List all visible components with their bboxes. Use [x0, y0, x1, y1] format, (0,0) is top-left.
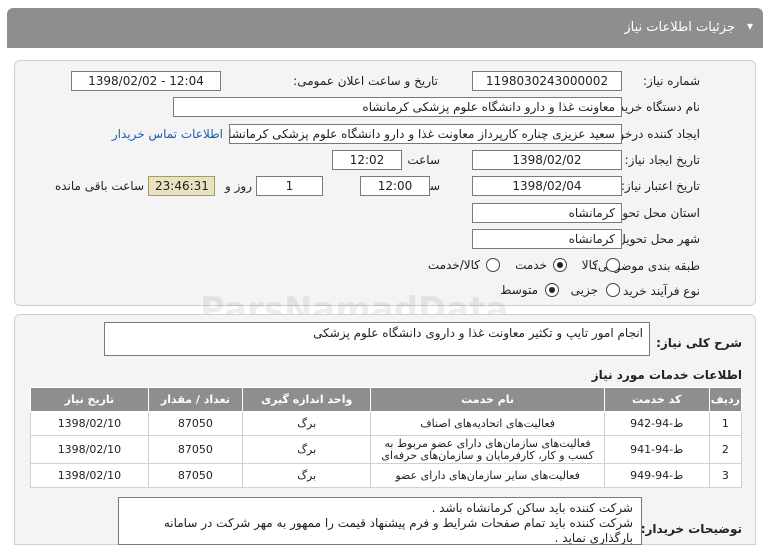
cell-name: فعالیت‌های اتحادیه‌های اصناف	[370, 411, 605, 436]
services-table: ردیف کد خدمت نام خدمت واحد اندازه گیری ت…	[30, 387, 743, 488]
process-medium-label: متوسط	[500, 283, 538, 297]
cell-code: ط-94-949	[603, 463, 710, 488]
cell-date: 1398/02/10	[30, 435, 149, 464]
created-date-field[interactable]: 1398/02/02	[472, 150, 622, 170]
valid-date-label: تاریخ اعتبار نیاز:	[620, 179, 700, 193]
col-row-header: ردیف	[708, 387, 743, 412]
col-qty-header: تعداد / مقدار	[147, 387, 243, 412]
valid-time-field[interactable]: 12:00	[360, 176, 430, 196]
remaining-label: ساعت باقی مانده	[54, 179, 144, 193]
cell-name: فعالیت‌های سازمان‌های دارای عضو مربوط به…	[370, 435, 605, 464]
days-label: روز و	[225, 179, 252, 193]
process-label: نوع فرآیند خرید :	[615, 284, 700, 298]
table-header-row: ردیف کد خدمت نام خدمت واحد اندازه گیری ت…	[30, 387, 743, 412]
city-field[interactable]: کرمانشاه	[472, 229, 622, 249]
cell-date: 1398/02/10	[30, 463, 149, 488]
city-label: شهر محل تحویل:	[613, 232, 700, 246]
cell-row: 1	[708, 411, 743, 436]
summary-field[interactable]: انجام امور تایپ و تکثیر معاونت غذا و دار…	[104, 322, 650, 356]
valid-date-field[interactable]: 1398/02/04	[472, 176, 622, 196]
buyer-field[interactable]: معاونت غذا و دارو دانشگاه علوم پزشکی کرم…	[173, 97, 622, 117]
category-goods-service-radio[interactable]	[486, 258, 500, 272]
col-date-header: تاریخ نیاز	[30, 387, 149, 412]
col-name-header: نام خدمت	[370, 387, 605, 412]
need-number-field[interactable]: 1198030243000002	[472, 71, 622, 91]
summary-label: شرح کلی نیاز:	[656, 336, 742, 350]
created-date-label: تاریخ ایجاد نیاز:	[624, 153, 700, 167]
table-row[interactable]: 3 ط-94-949 فعالیت‌های سایر سازمان‌های دا…	[30, 463, 743, 488]
created-time-label: ساعت	[407, 153, 440, 167]
cell-qty: 87050	[147, 411, 243, 436]
cell-code: ط-94-942	[603, 411, 710, 436]
category-goods-radio[interactable]	[606, 258, 620, 272]
col-unit-header: واحد اندازه گیری	[241, 387, 372, 412]
table-row[interactable]: 1 ط-94-942 فعالیت‌های اتحادیه‌های اصناف …	[30, 411, 743, 436]
days-field[interactable]: 1	[256, 176, 323, 196]
creator-field[interactable]: سعید عزیزی چناره کارپرداز معاونت غذا و د…	[229, 124, 622, 144]
category-goods-service-label: کالا/خدمت	[427, 258, 480, 272]
notes-line: شرکت کننده باید تمام صفحات شرایط و فرم پ…	[163, 516, 633, 545]
buyer-notes-box[interactable]: شرکت کننده باید ساکن کرمانشاه باشد . شرک…	[118, 497, 642, 545]
cell-qty: 87050	[147, 463, 243, 488]
col-code-header: کد خدمت	[603, 387, 710, 412]
cell-unit: برگ	[241, 435, 372, 464]
category-service-radio[interactable]	[553, 258, 567, 272]
cell-row: 2	[708, 435, 743, 464]
announce-field[interactable]: 1398/02/02 - 12:04	[71, 71, 221, 91]
announce-label: تاریخ و ساعت اعلان عمومی:	[293, 74, 438, 88]
cell-row: 3	[708, 463, 743, 488]
chevron-icon[interactable]: ▾	[747, 19, 753, 33]
process-medium-radio[interactable]	[545, 283, 559, 297]
category-service-label: خدمت	[515, 258, 547, 272]
notes-label: توضیحات خریدار:	[640, 522, 742, 536]
province-field[interactable]: کرمانشاه	[472, 203, 622, 223]
contact-buyer-link[interactable]: اطلاعات تماس خریدار	[112, 127, 223, 141]
table-row[interactable]: 2 ط-94-941 فعالیت‌های سازمان‌های دارای ع…	[30, 435, 743, 464]
cell-unit: برگ	[241, 411, 372, 436]
cell-code: ط-94-941	[603, 435, 710, 464]
cell-unit: برگ	[241, 463, 372, 488]
process-minor-label: جزیی	[570, 283, 598, 297]
notes-line: شرکت کننده باید ساکن کرمانشاه باشد .	[431, 501, 633, 515]
need-number-label: شماره نیاز:	[643, 74, 700, 88]
page-header: ▾ جزئیات اطلاعات نیاز	[7, 8, 763, 48]
remaining-time-field: 23:46:31	[148, 176, 215, 196]
cell-date: 1398/02/10	[30, 411, 149, 436]
cell-name: فعالیت‌های سایر سازمان‌های دارای عضو	[370, 463, 605, 488]
cell-qty: 87050	[147, 435, 243, 464]
process-minor-radio[interactable]	[606, 283, 620, 297]
category-goods-label: کالا	[581, 258, 598, 272]
page-title: جزئیات اطلاعات نیاز	[624, 20, 735, 35]
services-title: اطلاعات خدمات مورد نیاز	[591, 368, 742, 382]
created-time-field[interactable]: 12:02	[332, 150, 402, 170]
